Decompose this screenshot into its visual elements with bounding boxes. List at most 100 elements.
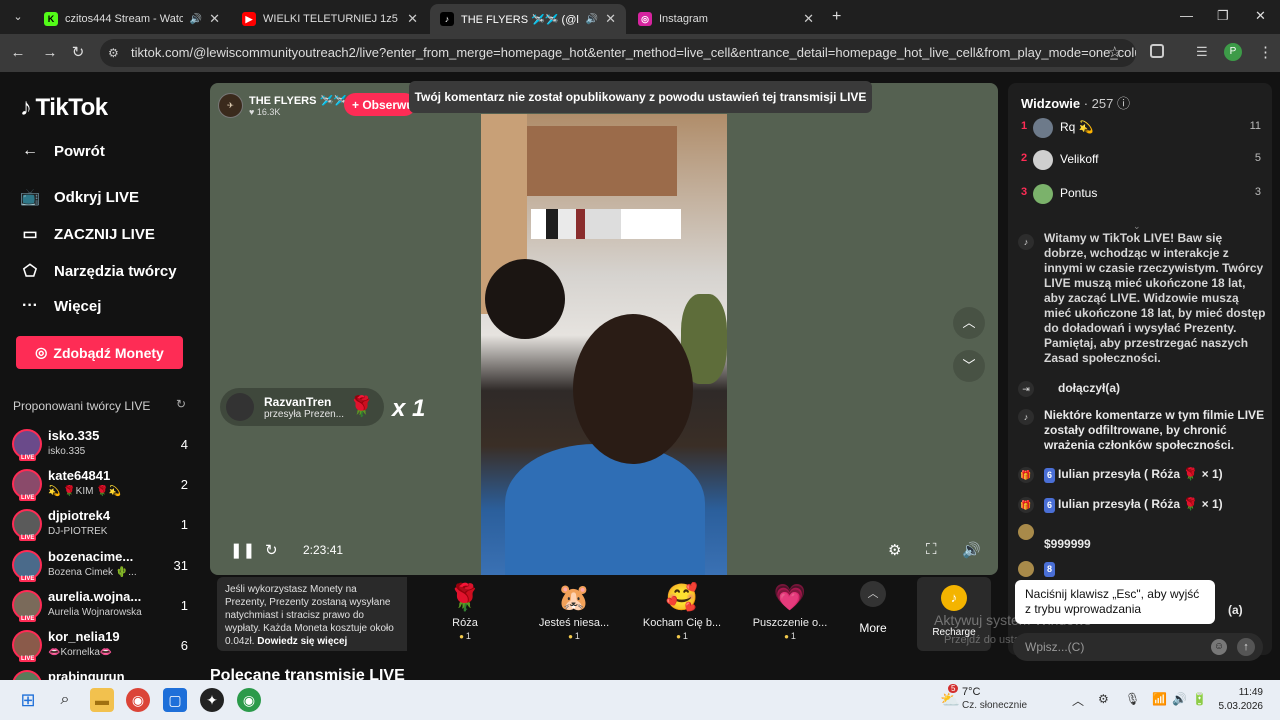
- emoji-icon[interactable]: ☺: [1211, 639, 1227, 655]
- get-coins-button[interactable]: ◎ Zdobądź Monety: [16, 336, 183, 369]
- media-control-icon[interactable]: ☰: [1196, 44, 1208, 60]
- refresh-icon[interactable]: ↻: [176, 397, 186, 411]
- follow-button[interactable]: + Obserwuj: [344, 93, 416, 116]
- creator-item[interactable]: djpiotrek4 DJ-PIOTREK 1: [12, 507, 192, 543]
- live-video[interactable]: [481, 114, 727, 575]
- app-icon[interactable]: ✦: [200, 688, 224, 712]
- timecode: 2:23:41: [303, 543, 344, 557]
- gift-love[interactable]: 🥰 Kocham Cię b... 1: [637, 581, 727, 641]
- forward-arrow-icon[interactable]: →: [40, 43, 60, 63]
- volume-icon[interactable]: 🔊: [1172, 692, 1187, 706]
- send-icon[interactable]: ↑: [1237, 638, 1255, 656]
- chrome-profile-icon[interactable]: ◉: [237, 688, 261, 712]
- tiktok-logo[interactable]: ♪ TikTok: [20, 94, 108, 122]
- nav-start-live[interactable]: ▭ ZACZNIJ LIVE: [20, 224, 154, 244]
- viewers-header[interactable]: Widzowie · 257 ⓘ: [1021, 93, 1130, 112]
- learn-more-link[interactable]: Dowiedz się więcej: [257, 636, 347, 647]
- info-icon[interactable]: ⓘ: [1117, 96, 1130, 111]
- viewer-score: 5: [1254, 152, 1261, 164]
- more-gifts-button[interactable]: ︿ More: [855, 581, 891, 635]
- creator-item[interactable]: isko.335 isko.335 4: [12, 427, 192, 463]
- volume-icon[interactable]: 🔊: [962, 541, 981, 559]
- close-tab-icon[interactable]: ✕: [803, 11, 814, 27]
- previous-live-button[interactable]: ︿: [953, 307, 985, 339]
- tab-kick[interactable]: K czitos444 Stream - Watch L 🔊 ✕: [34, 4, 230, 34]
- close-tab-icon[interactable]: ✕: [209, 11, 220, 27]
- microphone-icon[interactable]: 🎙: [1125, 692, 1140, 706]
- close-tab-icon[interactable]: ✕: [407, 11, 418, 27]
- tab-instagram[interactable]: ◎ Instagram ✕: [628, 4, 824, 34]
- creator-sub: Bozena Cimek 🌵...: [48, 567, 137, 578]
- battery-icon[interactable]: 🔋: [1192, 692, 1207, 706]
- creator-sub: Aurelia Wojnarowska: [48, 607, 142, 618]
- url-field[interactable]: ⚙ tiktok.com/@lewiscommunityoutreach2/li…: [100, 39, 1136, 67]
- weather-desc: Cz. słonecznie: [962, 700, 1028, 711]
- extensions-icon[interactable]: [1150, 44, 1164, 58]
- speaker-icon[interactable]: 🔊: [586, 14, 598, 25]
- back-link[interactable]: ← Powrót: [20, 142, 105, 160]
- settings-icon[interactable]: ⚙: [888, 541, 901, 559]
- close-window-button[interactable]: ✕: [1255, 8, 1266, 24]
- tab-tiktok[interactable]: ♪ THE FLYERS 🛩️🛩️ (@lewis 🔊 ✕: [430, 4, 626, 34]
- chevron-up-icon[interactable]: ︿: [1072, 692, 1084, 709]
- browser-window: ⌄ K czitos444 Stream - Watch L 🔊 ✕ ▶ WIE…: [0, 0, 1280, 720]
- nav-more[interactable]: ··· Więcej: [20, 297, 101, 315]
- chrome-icon[interactable]: ◉: [126, 688, 150, 712]
- top-viewer[interactable]: 2 Velikoff 5: [1021, 149, 1261, 171]
- wifi-icon[interactable]: 📶: [1152, 692, 1167, 706]
- browser-menu-icon[interactable]: ⋮: [1258, 43, 1273, 61]
- bookmark-star-icon[interactable]: ☆: [1108, 43, 1121, 61]
- host-name[interactable]: THE FLYERS 🛩️🛩️: [249, 94, 347, 107]
- esc-tooltip: Naciśnij klawisz „Esc", aby wyjść z tryb…: [1015, 580, 1215, 624]
- clock[interactable]: 11:49 5.03.2026: [1213, 686, 1264, 714]
- speaker-icon[interactable]: 🔊: [190, 14, 202, 25]
- new-tab-button[interactable]: +: [832, 8, 841, 26]
- gift-hamster[interactable]: 🐹 Jesteś niesa... 1: [529, 581, 619, 641]
- nav-discover-live[interactable]: 📺 Odkryj LIVE: [20, 187, 139, 207]
- gift-price: 1: [745, 631, 835, 641]
- next-live-button[interactable]: ﹀: [953, 350, 985, 382]
- windows-start-icon[interactable]: ⊞: [16, 688, 40, 712]
- creator-item[interactable]: aurelia.wojna... Aurelia Wojnarowska 1: [12, 588, 192, 624]
- tab-search-button[interactable]: ⌄: [8, 8, 28, 26]
- pause-icon[interactable]: ❚❚: [230, 541, 255, 559]
- live-player[interactable]: ✈ THE FLYERS 🛩️🛩️ ♥ 16.3K + Obserwuj Raz…: [210, 83, 998, 575]
- refresh-icon[interactable]: ↻: [265, 541, 278, 559]
- tiktok-note-icon: ♪: [20, 94, 32, 121]
- heart-icon: 💗: [773, 582, 807, 612]
- tab-youtube[interactable]: ▶ WIELKI TELETURNIEJ 1z5 ✕: [232, 4, 428, 34]
- network-icon[interactable]: ⚙: [1098, 692, 1109, 706]
- fullscreen-icon[interactable]: ⛶: [926, 541, 937, 558]
- creator-item[interactable]: kate64841 💫 🌹KIM 🌹💫 2: [12, 467, 192, 503]
- host-info[interactable]: ✈ THE FLYERS 🛩️🛩️ ♥ 16.3K: [218, 92, 347, 118]
- viewer-count: 2: [180, 477, 188, 492]
- rank: 2: [1021, 152, 1028, 164]
- file-explorer-icon[interactable]: ▬: [90, 688, 114, 712]
- profile-avatar[interactable]: P: [1224, 43, 1242, 61]
- video-scene-laundry: [531, 209, 681, 239]
- gift-heart[interactable]: 💗 Puszczenie o... 1: [745, 581, 835, 641]
- top-viewer[interactable]: 1 Rq 💫 11: [1021, 117, 1261, 139]
- minimize-button[interactable]: —: [1180, 8, 1193, 23]
- search-icon[interactable]: ⌕: [53, 688, 77, 712]
- top-viewer[interactable]: 3 Pontus 3: [1021, 183, 1261, 205]
- back-arrow-icon[interactable]: ←: [8, 43, 28, 63]
- host-avatar[interactable]: ✈: [218, 92, 243, 118]
- filter-message: ♪ Niektóre komentarze w tym filmie LIVE …: [1018, 408, 1268, 456]
- app-icon[interactable]: ▢: [163, 688, 187, 712]
- maximize-button[interactable]: ❐: [1217, 8, 1229, 24]
- viewer-count: 1: [180, 598, 188, 613]
- avatar: [1018, 561, 1034, 577]
- creator-item[interactable]: kor_nelia19 👄Kornelka👄 6: [12, 628, 192, 664]
- viewer-name: Velikoff: [1060, 152, 1099, 166]
- chat-input[interactable]: Wpisz...(C) ☺ ↑: [1013, 633, 1263, 661]
- avatar: [12, 590, 42, 622]
- site-info-icon[interactable]: ⚙: [108, 39, 119, 67]
- nav-creator-tools[interactable]: ⬠ Narzędzia twórcy: [20, 261, 177, 281]
- reload-icon[interactable]: ↻: [68, 43, 88, 63]
- heart-icon: ♥: [249, 106, 255, 117]
- creator-sub: isko.335: [48, 446, 86, 457]
- creator-item[interactable]: bozenacime... Bozena Cimek 🌵... 31: [12, 548, 192, 584]
- close-tab-icon[interactable]: ✕: [605, 11, 616, 27]
- gift-rose[interactable]: 🌹 Róża 1: [420, 581, 510, 641]
